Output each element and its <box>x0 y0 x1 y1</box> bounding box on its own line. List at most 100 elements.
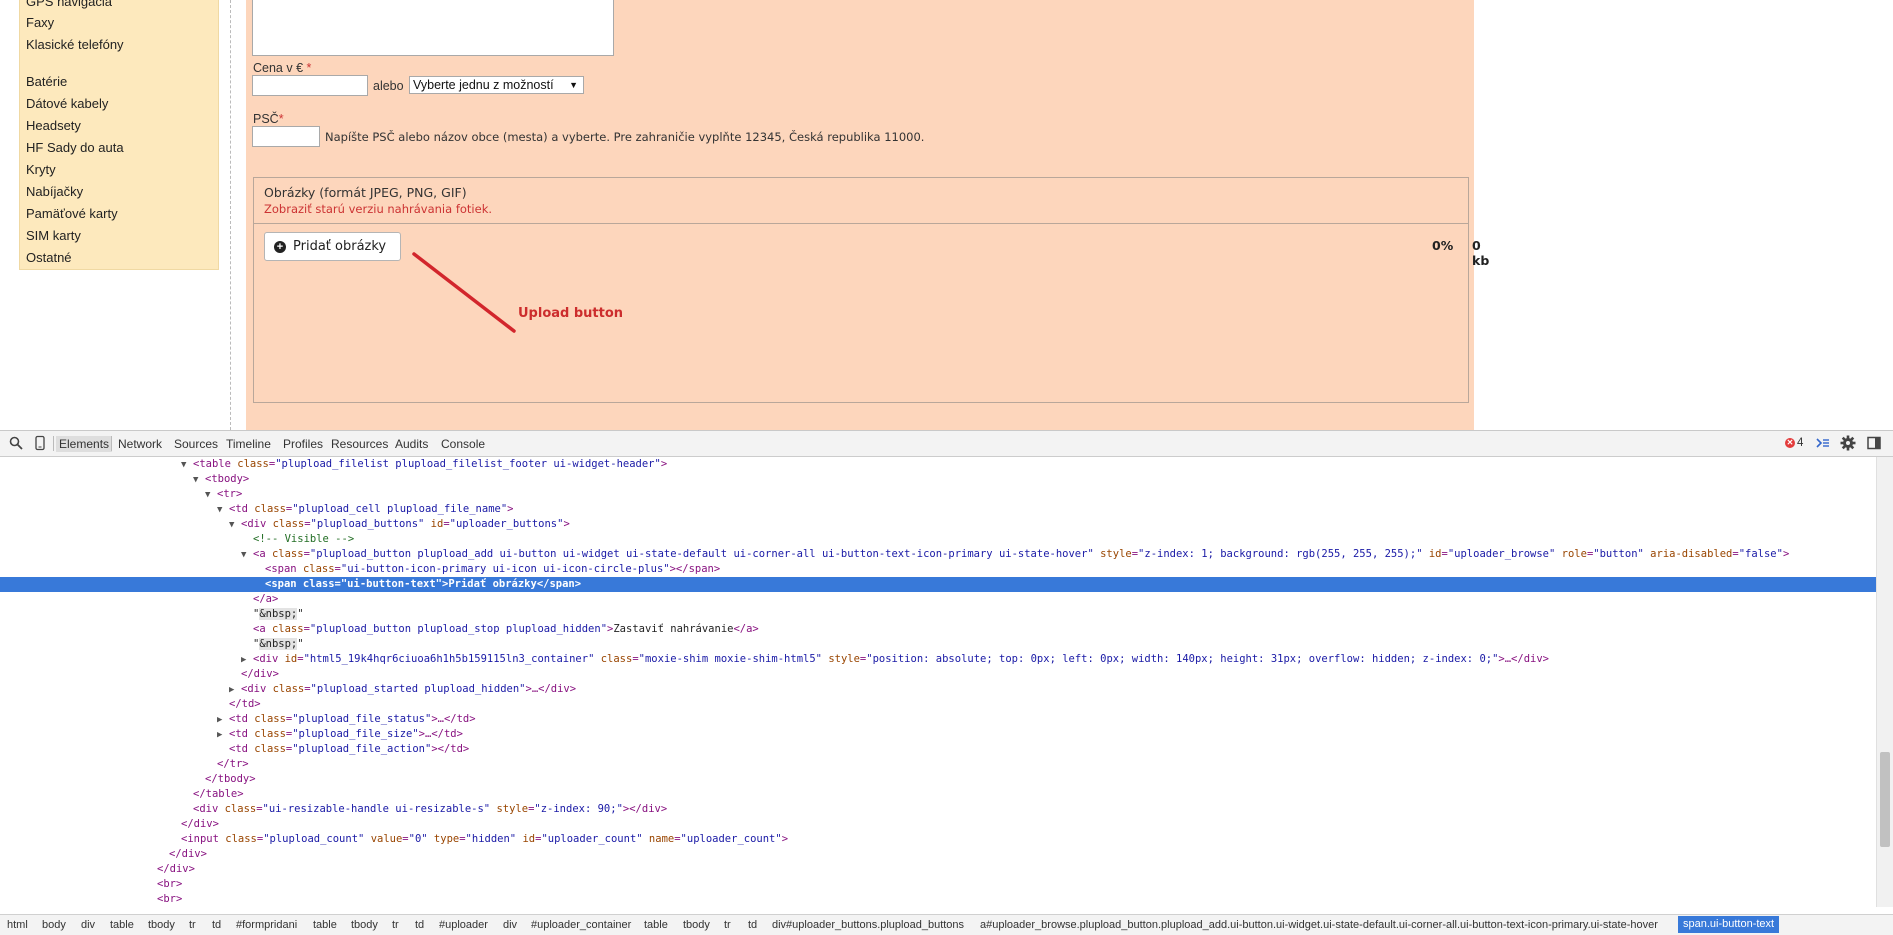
dom-node[interactable]: "&nbsp;" <box>0 607 1877 622</box>
sidebar-item[interactable]: HF Sady do auta <box>26 140 124 155</box>
dom-node[interactable]: </a> <box>0 592 1877 607</box>
breadcrumb-item[interactable]: tr <box>724 919 731 931</box>
dom-node[interactable]: </td> <box>0 697 1877 712</box>
breadcrumb-item[interactable]: td <box>748 919 757 931</box>
annotation-label: Upload button <box>518 306 624 321</box>
tab-resources[interactable]: Resources <box>331 437 388 451</box>
price-option-select[interactable]: Vyberte jednu z možností ▼ <box>409 76 584 94</box>
breadcrumb-item[interactable]: div <box>503 919 517 931</box>
tab-sources[interactable]: Sources <box>174 437 218 451</box>
breadcrumb-item[interactable]: div <box>81 919 95 931</box>
dom-node[interactable]: <br> <box>0 877 1877 892</box>
breadcrumb-item[interactable]: table <box>110 919 134 931</box>
dom-node[interactable]: <a class="plupload_button plupload_stop … <box>0 622 1877 637</box>
breadcrumb-item[interactable]: tr <box>189 919 196 931</box>
dom-node[interactable]: ▶ <div id="html5_19k4hqr6ciuoa6h1h5b15911… <box>0 652 1877 667</box>
breadcrumb-item[interactable]: html <box>7 919 28 931</box>
tab-timeline[interactable]: Timeline <box>226 437 271 451</box>
add-images-button[interactable]: + Pridať obrázky <box>264 232 401 261</box>
dom-node[interactable]: </tbody> <box>0 772 1877 787</box>
selected-dom-node[interactable]: <span class="ui-button-text">Pridať obrá… <box>0 577 1877 592</box>
console-drawer-icon[interactable] <box>1815 435 1831 451</box>
breadcrumb-item[interactable]: #uploader_container <box>531 919 631 931</box>
breadcrumb-item[interactable]: #uploader <box>439 919 488 931</box>
tab-network[interactable]: Network <box>118 437 162 451</box>
psc-label-text: PSČ <box>253 112 279 126</box>
sidebar-item[interactable]: GPS navigácia <box>26 0 112 9</box>
breadcrumb-item[interactable]: table <box>313 919 337 931</box>
dom-node[interactable]: ▼ <a class="plupload_button plupload_add … <box>0 547 1877 562</box>
sidebar-item[interactable]: Batérie <box>26 74 67 89</box>
sidebar-item[interactable]: Nabíjačky <box>26 184 83 199</box>
dom-node[interactable]: </table> <box>0 787 1877 802</box>
dom-node[interactable]: ▶ <td class="plupload_file_size">…</td> <box>0 727 1877 742</box>
dom-node[interactable]: <td class="plupload_file_action"></td> <box>0 742 1877 757</box>
device-mode-icon[interactable] <box>32 435 48 451</box>
expanded-triangle-icon[interactable]: ▼ <box>181 458 193 473</box>
sidebar-item[interactable]: Ostatné <box>26 250 72 265</box>
search-icon[interactable] <box>8 435 24 451</box>
dom-node[interactable]: </tr> <box>0 757 1877 772</box>
sidebar-item[interactable]: Headsety <box>26 118 81 133</box>
sidebar-item[interactable]: Pamäťové karty <box>26 206 118 221</box>
dom-node[interactable]: ▼ <tr> <box>0 487 1877 502</box>
breadcrumb-item[interactable]: body <box>42 919 66 931</box>
dom-node[interactable]: <br> <box>0 892 1877 907</box>
dom-node[interactable]: ▼ <tbody> <box>0 472 1877 487</box>
tab-audits[interactable]: Audits <box>395 437 428 451</box>
expanded-triangle-icon[interactable]: ▼ <box>193 473 205 488</box>
sidebar-item[interactable]: Faxy <box>26 15 54 30</box>
elements-scrollbar[interactable] <box>1876 457 1893 907</box>
dock-side-icon[interactable] <box>1866 435 1882 451</box>
dom-node[interactable]: "&nbsp;" <box>0 637 1877 652</box>
dom-node[interactable]: <span class="ui-button-icon-primary ui-i… <box>0 562 1877 577</box>
dom-node[interactable]: </div> <box>0 817 1877 832</box>
tab-profiles[interactable]: Profiles <box>283 437 323 451</box>
old-uploader-link[interactable]: Zobraziť starú verziu nahrávania fotiek. <box>264 202 492 216</box>
dom-node[interactable]: ▶ <td class="plupload_file_status">…</td> <box>0 712 1877 727</box>
expanded-triangle-icon[interactable]: ▼ <box>229 518 241 533</box>
dom-node[interactable]: </div> <box>0 862 1877 877</box>
breadcrumb-item-selected[interactable]: span.ui-button-text <box>1678 916 1780 933</box>
uploader-title: Obrázky (formát JPEG, PNG, GIF) <box>264 185 467 200</box>
gear-icon[interactable] <box>1840 435 1856 451</box>
breadcrumb-item[interactable]: #formpridani <box>236 919 297 931</box>
breadcrumb-item[interactable]: table <box>644 919 668 931</box>
breadcrumb-item[interactable]: div#uploader_buttons.plupload_buttons <box>772 919 964 931</box>
price-input[interactable] <box>252 75 368 96</box>
breadcrumb-item[interactable]: tbody <box>683 919 710 931</box>
sidebar-item[interactable]: SIM karty <box>26 228 81 243</box>
breadcrumb-item[interactable]: a#uploader_browse.plupload_button.pluplo… <box>980 919 1658 931</box>
psc-input[interactable] <box>252 126 320 147</box>
dom-node[interactable]: </div> <box>0 847 1877 862</box>
expanded-triangle-icon[interactable]: ▼ <box>241 548 253 563</box>
dom-node[interactable]: ▶ <div class="plupload_started plupload_h… <box>0 682 1877 697</box>
dom-node[interactable]: ▼ <div class="plupload_buttons" id="uploa… <box>0 517 1877 532</box>
collapsed-triangle-icon[interactable]: ▶ <box>229 683 241 698</box>
expanded-triangle-icon[interactable]: ▼ <box>217 503 229 518</box>
dom-node[interactable]: </div> <box>0 667 1877 682</box>
sidebar-item[interactable]: Dátové kabely <box>26 96 108 111</box>
breadcrumb-item[interactable]: tbody <box>351 919 378 931</box>
error-icon[interactable]: ✕ <box>1785 438 1795 448</box>
collapsed-triangle-icon[interactable]: ▶ <box>217 713 229 728</box>
expanded-triangle-icon[interactable]: ▼ <box>205 488 217 503</box>
tab-console[interactable]: Console <box>441 437 485 451</box>
dom-node[interactable]: <div class="ui-resizable-handle ui-resiz… <box>0 802 1877 817</box>
sidebar-item[interactable]: Klasické telefóny <box>26 37 124 52</box>
breadcrumb-item[interactable]: td <box>212 919 221 931</box>
dom-node[interactable]: ▼ <table class="plupload_filelist pluploa… <box>0 457 1877 472</box>
error-count[interactable]: 4 <box>1797 437 1803 449</box>
sidebar-item[interactable]: Kryty <box>26 162 56 177</box>
dom-node[interactable]: <input class="plupload_count" value="0" … <box>0 832 1877 847</box>
breadcrumb-item[interactable]: tr <box>392 919 399 931</box>
collapsed-triangle-icon[interactable]: ▶ <box>217 728 229 743</box>
breadcrumb-item[interactable]: td <box>415 919 424 931</box>
scrollbar-thumb[interactable] <box>1880 752 1890 847</box>
tab-elements[interactable]: Elements <box>56 436 113 452</box>
dom-node[interactable]: ▼ <td class="plupload_cell plupload_file_… <box>0 502 1877 517</box>
dom-node[interactable]: <!-- Visible --> <box>0 532 1877 547</box>
breadcrumb-item[interactable]: tbody <box>148 919 175 931</box>
collapsed-triangle-icon[interactable]: ▶ <box>241 653 253 668</box>
description-textarea[interactable] <box>252 0 614 56</box>
